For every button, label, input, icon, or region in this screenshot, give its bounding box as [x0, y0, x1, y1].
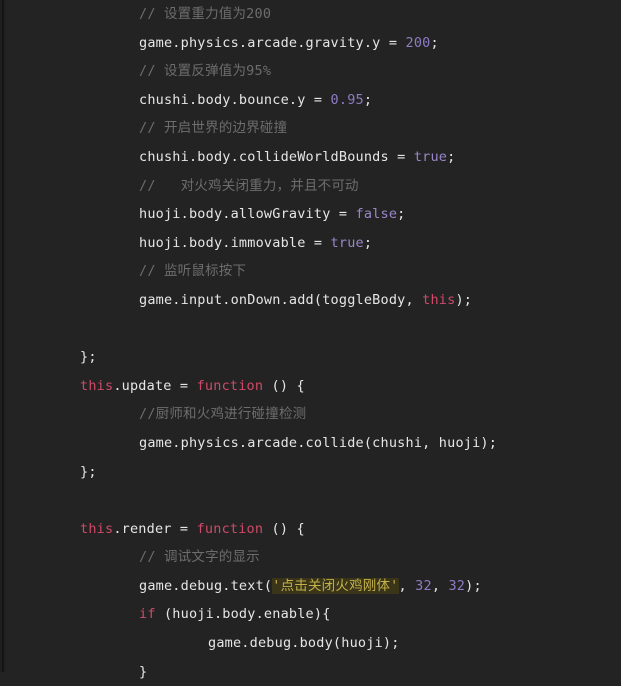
code-token-punct: ); [455, 291, 473, 308]
code-line-blank[interactable] [0, 315, 621, 344]
code-line[interactable]: huoji.body.immovable = true; [0, 229, 621, 258]
code-editor[interactable]: // 设置重力值为200 game.physics.arcade.gravity.… [0, 0, 621, 680]
code-token-plain: huoji.body.allowGravity = [139, 206, 356, 223]
code-token-plain: , [431, 577, 449, 594]
code-token-comment: //厨师和火鸡进行碰撞检测 [139, 406, 307, 423]
code-line[interactable]: }; [0, 458, 621, 487]
code-token-keyword: function [196, 377, 264, 394]
code-content[interactable]: // 设置重力值为200 game.physics.arcade.gravity.… [0, 0, 621, 686]
code-token-comment: // 开启世界的边界碰撞 [139, 120, 288, 137]
code-token-number: 0.95 [330, 91, 364, 108]
code-token-plain: () { [263, 377, 305, 394]
code-token-plain: chushi.body.collideWorldBounds = [139, 148, 414, 165]
code-line[interactable]: chushi.body.bounce.y = 0.95; [0, 86, 621, 115]
code-line[interactable]: if (huoji.body.enable){ [0, 600, 621, 629]
code-token-punct: ; [363, 234, 373, 251]
code-token-plain: game.debug.text( [139, 577, 273, 594]
code-line[interactable]: game.physics.arcade.collide(chushi, huoj… [0, 429, 621, 458]
code-token-punct: ; [447, 148, 456, 165]
code-token-comment: // 设置重力值为200 [139, 6, 272, 22]
code-token-comment: // 监听鼠标按下 [139, 263, 247, 280]
code-line[interactable]: // 监听鼠标按下 [0, 257, 621, 286]
code-line[interactable]: // 设置重力值为200 [0, 0, 621, 29]
code-token-plain: huoji.body.immovable = [139, 234, 331, 251]
code-token-plain: (huoji.body.enable){ [155, 606, 331, 623]
code-token-plain: game.physics.arcade.gravity.y = [139, 34, 406, 51]
code-token-plain: chushi.body.bounce.y = [139, 91, 331, 108]
code-token-plain: .render = [113, 520, 197, 537]
code-token-punct: ); [465, 577, 482, 594]
code-token-string: '点击关闭火鸡刚体' [272, 577, 399, 594]
code-token-comment: // 调试文字的显示 [139, 549, 260, 566]
code-token-punct: ; [363, 91, 373, 108]
code-token-keyword: function [196, 520, 264, 537]
code-line[interactable]: game.debug.text('点击关闭火鸡刚体', 32, 32); [0, 572, 621, 601]
code-token-punct: ; [397, 206, 406, 223]
code-line[interactable]: // 对火鸡关闭重力，并且不可动 [0, 172, 621, 201]
code-line[interactable]: }; [0, 343, 621, 372]
code-line[interactable]: // 设置反弹值为95% [0, 57, 621, 86]
code-token-plain: .update = [113, 377, 197, 394]
code-token-plain: , [398, 577, 416, 594]
code-token-const: true [413, 148, 448, 165]
code-line[interactable]: chushi.body.collideWorldBounds = true; [0, 143, 621, 172]
code-token-punct: ; [430, 34, 439, 51]
code-line[interactable]: // 调试文字的显示 [0, 543, 621, 572]
code-token-keyword: if [139, 606, 156, 623]
code-token-plain: game.input.onDown.add(toggleBody, [139, 291, 423, 308]
code-line[interactable]: this.update = function () { [0, 372, 621, 401]
code-line[interactable]: huoji.body.allowGravity = false; [0, 200, 621, 229]
code-line[interactable]: this.render = function () { [0, 515, 621, 544]
code-token-number: 32 [415, 577, 432, 594]
code-token-this: this [80, 377, 114, 394]
code-token-plain: }; [80, 349, 97, 366]
code-token-plain: () { [263, 520, 305, 537]
code-token-plain: game.debug.body(huoji); [208, 635, 400, 652]
code-line-blank[interactable] [0, 486, 621, 515]
code-token-this: this [422, 291, 456, 308]
code-line[interactable]: //厨师和火鸡进行碰撞检测 [0, 400, 621, 429]
code-line[interactable]: game.input.onDown.add(toggleBody, this); [0, 286, 621, 315]
code-token-this: this [80, 520, 114, 537]
code-line[interactable]: // 开启世界的边界碰撞 [0, 114, 621, 143]
code-token-const: true [330, 234, 364, 251]
code-token-const: false [355, 206, 398, 223]
code-token-comment: // 设置反弹值为95% [139, 63, 272, 80]
code-token-number: 200 [405, 34, 431, 51]
code-token-number: 32 [448, 577, 466, 594]
code-token-comment: // 对火鸡关闭重力，并且不可动 [139, 177, 359, 194]
code-line[interactable]: game.debug.body(huoji); [0, 629, 621, 658]
code-token-plain: game.physics.arcade.collide(chushi, huoj… [139, 434, 498, 451]
code-token-plain: }; [80, 463, 97, 480]
code-line[interactable]: game.physics.arcade.gravity.y = 200; [0, 29, 621, 58]
